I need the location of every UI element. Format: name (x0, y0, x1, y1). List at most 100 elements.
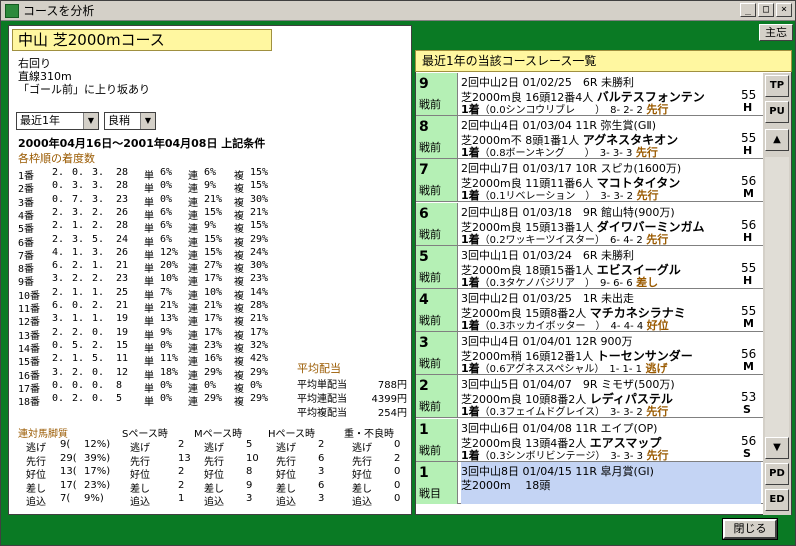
close-button[interactable]: 閉じる (722, 518, 778, 540)
race-pace: M (743, 317, 754, 330)
scroll-track[interactable] (765, 157, 789, 437)
period-select[interactable]: 最近1年 ▼ (16, 112, 99, 130)
gate-stat-ren: 15% (204, 233, 223, 245)
gate-stat-tan: 18% (160, 366, 179, 378)
race-item[interactable]: 1 戦目 3回中山8日 01/04/15 11R 皐月賞(GⅠ) 芝2000m 18頭 (416, 461, 763, 504)
style-w: 0 (394, 493, 401, 504)
gate-stat-d: 28 (116, 180, 129, 192)
race-item[interactable]: 8 戦前 2回中山4日 01/03/04 11R 弥生賞(GⅡ) 芝2000m不 8頭… (416, 116, 763, 160)
chevron-down-icon[interactable]: ▼ (140, 113, 155, 129)
race-margin: （0.1リベレーション ） 3- 3- 2 (479, 191, 634, 203)
gate-stat-d: 21 (116, 300, 129, 311)
race-item[interactable]: 3 戦前 3回中山4日 01/04/01 12R 900万 芝2000m稍 16頭12… (416, 332, 763, 376)
race-item[interactable]: 1 戦前 3回中山6日 01/04/08 11R エイプ(OP) 芝2000m良 13… (416, 418, 763, 462)
race-item[interactable]: 9 戦前 2回中山2日 01/02/25 6R 未勝利 芝2000m良 16頭12番4… (416, 73, 763, 116)
window-title: コースを分析 (23, 4, 95, 18)
race-ago: 6 戦前 (416, 202, 458, 245)
race-pace: H (743, 101, 753, 114)
gate-stat-a: 3. (52, 313, 65, 325)
race-ago: 2 戦前 (416, 375, 458, 418)
race-info: 2回中山8日 01/03/18 9R 館山特(900万) 芝2000m良 15頭1… (461, 203, 761, 246)
race-ago-unit: 戦前 (419, 357, 441, 371)
scroll-down-button[interactable]: ▼ (765, 437, 789, 459)
race-ago-unit: 戦前 (419, 227, 441, 241)
race-style: 先行 (646, 448, 669, 462)
gate-stat-b: 1. (72, 246, 85, 258)
style-m: 8 (246, 466, 253, 477)
gate-stat-d: 21 (116, 260, 129, 272)
gate-stat-b: 5. (72, 339, 85, 351)
scroll-up-button[interactable]: ▲ (765, 129, 789, 151)
gate-stat-fuku: 21% (250, 313, 269, 325)
race-course-detail: 芝2000m 18頭 (461, 478, 551, 492)
race-style: 先行 (646, 232, 669, 246)
payout-label: 平均連配当 (297, 394, 347, 405)
race-item[interactable]: 5 戦前 3回中山1日 01/03/24 6R 未勝利 芝2000m良 18頭15番1… (416, 245, 763, 289)
gate-stat-c: 1. (92, 313, 105, 325)
gate-stat-c: 2. (92, 300, 105, 311)
race-margin: （0.6アグネススペシャル） 1- 1- 1 (479, 364, 643, 376)
scroll-page-up-button[interactable]: PU (765, 101, 789, 123)
gate-stat-fuku: 15% (250, 167, 269, 178)
scroll-page-down-button[interactable]: PD (765, 463, 789, 485)
style-name-repeat: 追込 (352, 497, 372, 508)
race-ago: 1 戦前 (416, 418, 458, 461)
race-item[interactable]: 7 戦前 2回中山7日 01/03/17 10R スピカ(1600万) 芝2000m良… (416, 159, 763, 203)
race-result: 1着（0.8ボーンキング ） 3- 3- 3 先行 (461, 144, 658, 160)
gate-stat-a: 6. (52, 260, 65, 272)
gate-stat-c: 2. (92, 339, 105, 351)
gate-stat-fuku: 23% (250, 273, 269, 285)
gate-stat-d: 28 (116, 167, 129, 178)
scroll-end-button[interactable]: ED (765, 489, 789, 511)
race-rank: 1着 (461, 232, 480, 246)
race-ago-number: 3 (419, 335, 429, 352)
style-row: 先行 29(39%) 先行 13 先行 10 先行 6 先行 2 (18, 453, 408, 468)
style-m: 9 (246, 479, 253, 491)
gate-stat-ren: 17% (204, 326, 223, 338)
race-weight: 56 (741, 433, 757, 448)
close-window-button[interactable]: × (776, 3, 792, 17)
chevron-down-icon[interactable]: ▼ (83, 113, 98, 129)
gate-stat-a: 2. (52, 326, 65, 338)
style-m: 3 (246, 493, 253, 504)
race-weight: 53 (741, 390, 757, 405)
gate-stat-ren: 9% (204, 180, 217, 192)
race-info: 3回中山6日 01/04/08 11R エイプ(OP) 芝2000m良 13頭4番… (461, 419, 761, 462)
gate-stat-row: 3番 0. 7. 3. 23 単 0% 連 21% 複 30% (18, 194, 298, 209)
race-item[interactable]: 2 戦前 3回中山5日 01/04/07 9R ミモザ(500万) 芝2000m良 1… (416, 375, 763, 419)
race-info: 3回中山8日 01/04/15 11R 皐月賞(GⅠ) 芝2000m 18頭 (461, 461, 761, 504)
gate-stat-fuku: 14% (250, 286, 269, 298)
gate-stat-ren: 6% (204, 167, 217, 178)
gate-stat-d: 19 (116, 326, 129, 338)
race-result: 1着（0.1リベレーション ） 3- 3- 2 先行 (461, 187, 659, 203)
race-ago-number: 1 (419, 421, 429, 438)
style-h: 3 (318, 493, 325, 504)
gate-stat-b: 3. (72, 206, 85, 218)
race-info: 2回中山7日 01/03/17 10R スピカ(1600万) 芝2000m良 11… (461, 159, 761, 203)
style-w: 0 (394, 466, 401, 477)
gate-stat-b: 2. (72, 260, 85, 272)
gate-stat-fuku: 15% (250, 180, 269, 192)
minimize-button[interactable]: _ (740, 3, 756, 17)
date-range: 2000年04月16日～2001年04月08日 上記条件 (18, 137, 266, 150)
condition-select[interactable]: 良稍 ▼ (104, 112, 156, 130)
title-bar: コースを分析 _ □ × (1, 1, 795, 21)
race-item[interactable]: 4 戦前 3回中山2日 01/03/25 1R 未出走 芝2000m良 15頭8番2人… (416, 289, 763, 332)
style-s: 2 (178, 439, 185, 450)
style-s: 1 (178, 493, 185, 504)
race-list-scrollbar[interactable]: TP PU ▲ ▼ PD ED (763, 73, 791, 515)
race-ago-number: 2 (419, 378, 429, 395)
payout-label: 平均単配当 (297, 380, 347, 391)
maximize-button[interactable]: □ (758, 3, 774, 17)
race-margin: （0.0シンコウリブレ ） 8- 2- 2 (479, 105, 643, 116)
gate-stat-b: 3. (72, 180, 85, 192)
style-h: 6 (318, 479, 325, 491)
race-info: 3回中山4日 01/04/01 12R 900万 芝2000m稍 16頭12番1人… (461, 332, 761, 376)
shushi-button[interactable]: 主忘 (759, 24, 793, 41)
scroll-top-button[interactable]: TP (765, 75, 789, 97)
gate-stat-row: 16番 3. 2. 0. 12 単 18% 連 29% 複 29% (18, 366, 298, 382)
race-info: 3回中山2日 01/03/25 1R 未出走 芝2000m良 15頭8番2人 マチ… (461, 289, 761, 332)
race-item[interactable]: 6 戦前 2回中山8日 01/03/18 9R 館山特(900万) 芝2000m良 1… (416, 202, 763, 246)
race-info: 3回中山5日 01/04/07 9R ミモザ(500万) 芝2000m良 10頭8… (461, 375, 761, 418)
gate-stat-a: 2. (52, 167, 65, 178)
